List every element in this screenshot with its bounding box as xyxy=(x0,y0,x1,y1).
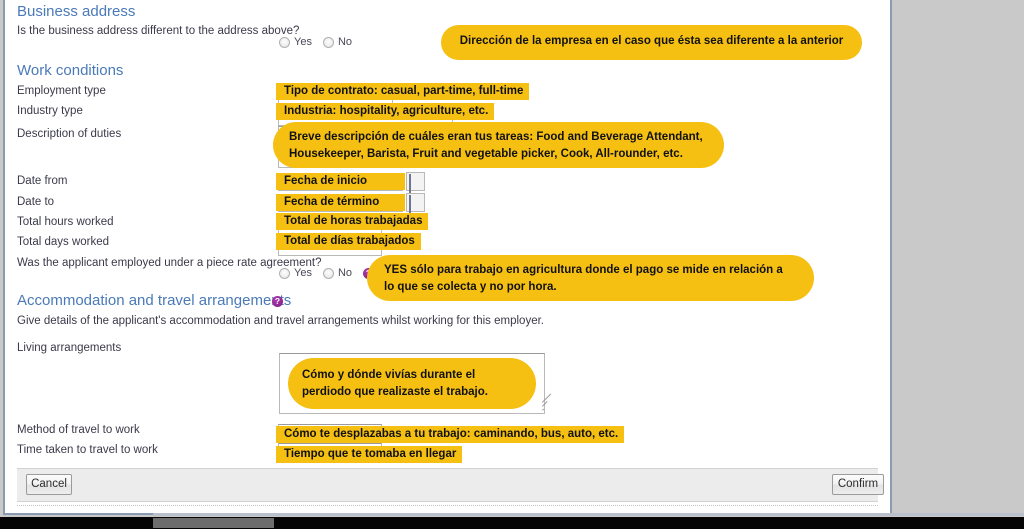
form-action-bar xyxy=(17,468,878,502)
annotation-date-to: Fecha de término xyxy=(276,194,405,211)
radio-piece-rate-no[interactable] xyxy=(322,267,334,279)
form-content: Business address Is the business address… xyxy=(5,0,890,513)
label-living-arrangements: Living arrangements xyxy=(17,342,122,354)
annotation-living-arrangements: Cómo y dónde vivías durante el perdiodo … xyxy=(288,358,536,409)
label-piece-rate-agreement: Was the applicant employed under a piece… xyxy=(17,257,322,269)
label-description-of-duties: Description of duties xyxy=(17,128,122,140)
confirm-button[interactable]: Confirm xyxy=(832,474,884,495)
label-method-of-travel: Method of travel to work xyxy=(17,424,140,436)
heading-accommodation-travel: Accommodation and travel arrangements xyxy=(17,292,292,309)
footer-divider xyxy=(17,505,878,507)
annotation-duties-line-2: Housekeeper, Barista, Fruit and vegetabl… xyxy=(289,148,683,160)
annotation-total-days-worked: Total de días trabajados xyxy=(276,233,421,250)
annotation-piece-rate-line-2: lo que se colecta y no por hora. xyxy=(384,281,557,293)
help-icon-accommodation[interactable]: ? xyxy=(272,296,283,307)
radio-piece-rate-yes[interactable] xyxy=(279,267,290,279)
annotation-piece-rate-line-1: YES sólo para trabajo en agricultura don… xyxy=(384,264,783,276)
cancel-button[interactable]: Cancel xyxy=(26,474,72,495)
radio-business-address-no[interactable] xyxy=(322,36,334,48)
heading-work-conditions: Work conditions xyxy=(17,62,124,79)
label-date-to: Date to xyxy=(17,196,55,208)
window-bottom-edge xyxy=(153,513,1024,516)
heading-business-address: Business address xyxy=(17,3,136,20)
employment-details-form-panel: Business address Is the business address… xyxy=(3,0,892,515)
calendar-glyph xyxy=(409,174,411,193)
annotation-piece-rate: YES sólo para trabajo en agricultura don… xyxy=(367,255,814,301)
radio-label-piece-rate-yes: Yes xyxy=(294,267,312,279)
annotation-industry-type: Industria: hospitality, agriculture, etc… xyxy=(276,103,495,120)
browser-viewport: Business address Is the business address… xyxy=(0,0,1024,517)
radio-group-piece-rate[interactable]: Yes No ? xyxy=(279,267,375,279)
radio-business-address-yes[interactable] xyxy=(279,36,290,48)
label-industry-type: Industry type xyxy=(17,105,83,117)
label-date-from: Date from xyxy=(17,175,68,187)
calendar-glyph xyxy=(409,195,411,214)
annotation-method-of-travel: Cómo te desplazabas a tu trabajo: camina… xyxy=(276,426,625,443)
label-time-taken-to-travel: Time taken to travel to work xyxy=(17,444,158,456)
label-business-address-different: Is the business address different to the… xyxy=(17,25,300,37)
radio-label-business-address-yes: Yes xyxy=(294,36,312,48)
calendar-icon-date-to[interactable] xyxy=(406,193,425,214)
annotation-time-taken-to-travel: Tiempo que te tomaba en llegar xyxy=(276,446,463,463)
label-total-days-worked: Total days worked xyxy=(17,236,110,248)
annotation-business-address: Dirección de la empresa en el caso que é… xyxy=(441,25,862,60)
annotation-description-of-duties: Breve descripción de cuáles eran tus tar… xyxy=(273,122,724,168)
annotation-living-line-2: perdiodo que realizaste el trabajo. xyxy=(302,386,488,398)
calendar-icon-date-from[interactable] xyxy=(406,172,425,193)
radio-group-business-address-different[interactable]: Yes No xyxy=(279,36,359,48)
radio-label-piece-rate-no: No xyxy=(337,267,353,279)
horizontal-scrollbar-thumb[interactable] xyxy=(153,518,274,528)
annotation-employment-type: Tipo de contrato: casual, part-time, ful… xyxy=(276,83,530,100)
annotation-living-line-1: Cómo y dónde vivías durante el xyxy=(302,369,476,381)
annotation-duties-line-1: Breve descripción de cuáles eran tus tar… xyxy=(289,131,703,143)
label-total-hours-worked: Total hours worked xyxy=(17,216,114,228)
radio-label-business-address-no: No xyxy=(337,36,353,48)
description-accommodation-travel: Give details of the applicant's accommod… xyxy=(17,315,544,327)
annotation-date-from: Fecha de inicio xyxy=(276,173,405,190)
annotation-total-hours-worked: Total de horas trabajadas xyxy=(276,213,429,230)
label-employment-type: Employment type xyxy=(17,85,106,97)
textarea-resize-handle[interactable] xyxy=(533,393,552,412)
